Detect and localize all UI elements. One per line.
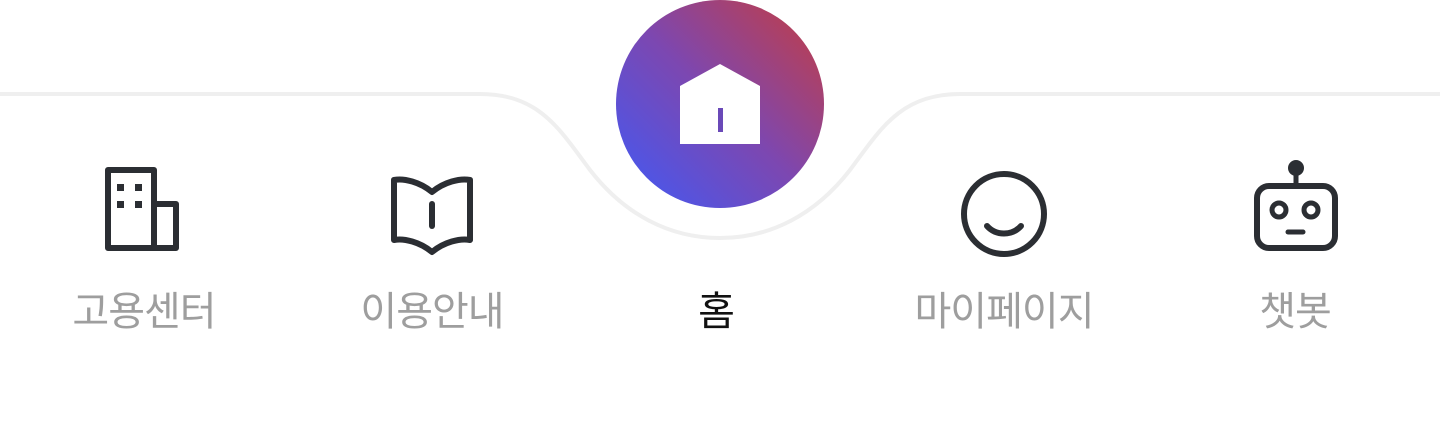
home-icon <box>680 64 760 144</box>
nav-label-chatbot: 챗봇 <box>1259 289 1332 335</box>
nav-label-my-page: 마이페이지 <box>914 289 1095 335</box>
nav-label-employment-center: 고용센터 <box>72 289 216 335</box>
robot-icon <box>1254 160 1338 251</box>
nav-label-home: 홈 <box>698 289 735 335</box>
nav-label-user-guide: 이용안내 <box>360 289 504 335</box>
nav-item-employment-center[interactable]: 고용센터 <box>44 150 244 350</box>
bottom-navigation-bar: 고용센터 이용안내 홈 마이페이지 챗봇 <box>0 0 1440 432</box>
home-button[interactable] <box>616 0 824 208</box>
book-icon <box>391 176 473 255</box>
building-icon <box>105 167 179 251</box>
nav-item-chatbot[interactable]: 챗봇 <box>1195 150 1395 350</box>
smile-icon <box>961 171 1047 257</box>
nav-item-my-page[interactable]: 마이페이지 <box>904 150 1104 350</box>
nav-item-user-guide[interactable]: 이용안내 <box>332 150 532 350</box>
